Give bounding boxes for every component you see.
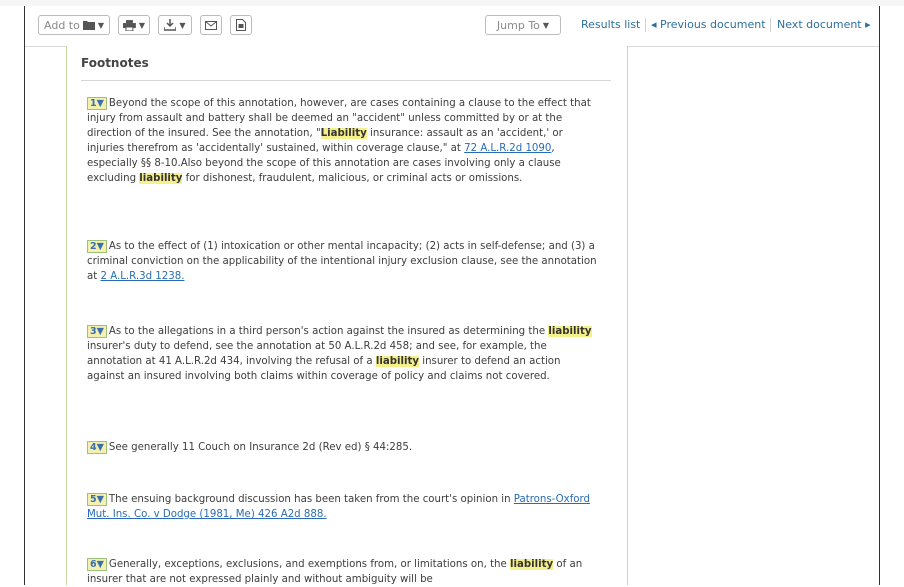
search-term-highlight: liability — [139, 173, 183, 184]
search-term-highlight: liability — [510, 559, 554, 570]
add-to-button[interactable]: Add to ▼ — [38, 15, 110, 35]
footnote-text: See generally 11 Couch on Insurance 2d (… — [108, 442, 413, 453]
footnote: 6▼ Generally, exceptions, exclusions, and… — [87, 557, 601, 587]
results-list-link[interactable]: Results list — [581, 18, 640, 31]
footnote-text: Generally, exceptions, exclusions, and e… — [108, 559, 511, 570]
download-button[interactable]: ▼ — [158, 15, 192, 35]
next-document-label: Next document — [777, 18, 862, 31]
footnote: 3▼ As to the allegations in a third perso… — [87, 324, 601, 384]
search-term-highlight: liability — [548, 326, 592, 337]
chevron-right-icon: ▸ — [865, 18, 871, 31]
chevron-down-icon: ▼ — [138, 20, 145, 30]
chevron-down-icon: ▼ — [97, 20, 104, 30]
download-icon — [164, 19, 177, 31]
footnote-number-link[interactable]: 5▼ — [87, 493, 107, 506]
jump-to-label: Jump To — [496, 18, 540, 32]
search-term-highlight: Liability — [320, 128, 367, 139]
search-term-highlight: liability — [375, 356, 419, 367]
previous-document-label: Previous document — [660, 18, 766, 31]
folder-icon — [82, 21, 95, 30]
chevron-left-icon: ◂ — [651, 18, 657, 31]
toolbar-divider — [770, 18, 771, 32]
print-button[interactable]: ▼ — [118, 15, 150, 35]
footnote-number-link[interactable]: 1▼ — [87, 97, 107, 110]
footnote: 2▼ As to the effect of (1) intoxication o… — [87, 239, 601, 284]
footnote-text: for dishonest, fraudulent, malicious, or… — [182, 173, 523, 184]
toolbar-divider — [645, 18, 646, 32]
footnote-text: As to the allegations in a third person'… — [108, 326, 549, 337]
jump-to-button[interactable]: Jump To ▼ — [485, 15, 561, 35]
document-toolbar: Add to ▼ ▼ ▼ Jump To ▼ Results list ◂ Pr… — [25, 6, 879, 47]
chevron-down-icon: ▼ — [179, 20, 186, 30]
next-document-link[interactable]: Next document ▸ — [777, 18, 871, 31]
citation-link[interactable]: 72 A.L.R.2d 1090 — [464, 143, 551, 154]
footnotes-heading: Footnotes — [81, 56, 149, 70]
email-icon — [205, 20, 217, 30]
printer-icon — [123, 19, 136, 31]
add-to-label: Add to — [44, 18, 80, 32]
footnotes-divider — [81, 80, 611, 81]
frame-left-border — [24, 6, 25, 585]
footnote: 5▼ The ensuing background discussion has … — [87, 492, 601, 522]
footnote-text: The ensuing background discussion has be… — [108, 494, 514, 505]
save-document-button[interactable] — [230, 15, 252, 35]
footnote: 4▼ See generally 11 Couch on Insurance 2d… — [87, 440, 601, 455]
chevron-down-icon: ▼ — [542, 20, 550, 30]
footnote-number-link[interactable]: 4▼ — [87, 441, 107, 454]
email-button[interactable] — [200, 15, 222, 35]
footnote-number-link[interactable]: 6▼ — [87, 558, 107, 571]
document-icon — [236, 19, 246, 31]
footnote-number-link[interactable]: 3▼ — [87, 325, 107, 338]
footnote: 1▼ Beyond the scope of this annotation, h… — [87, 96, 601, 186]
frame-right-border — [879, 6, 880, 585]
previous-document-link[interactable]: ◂ Previous document — [651, 18, 766, 31]
document-pane: Footnotes 1▼ Beyond the scope of this ann… — [66, 46, 628, 585]
citation-link[interactable]: 2 A.L.R.3d 1238. — [100, 271, 184, 282]
footnote-number-link[interactable]: 2▼ — [87, 240, 107, 253]
